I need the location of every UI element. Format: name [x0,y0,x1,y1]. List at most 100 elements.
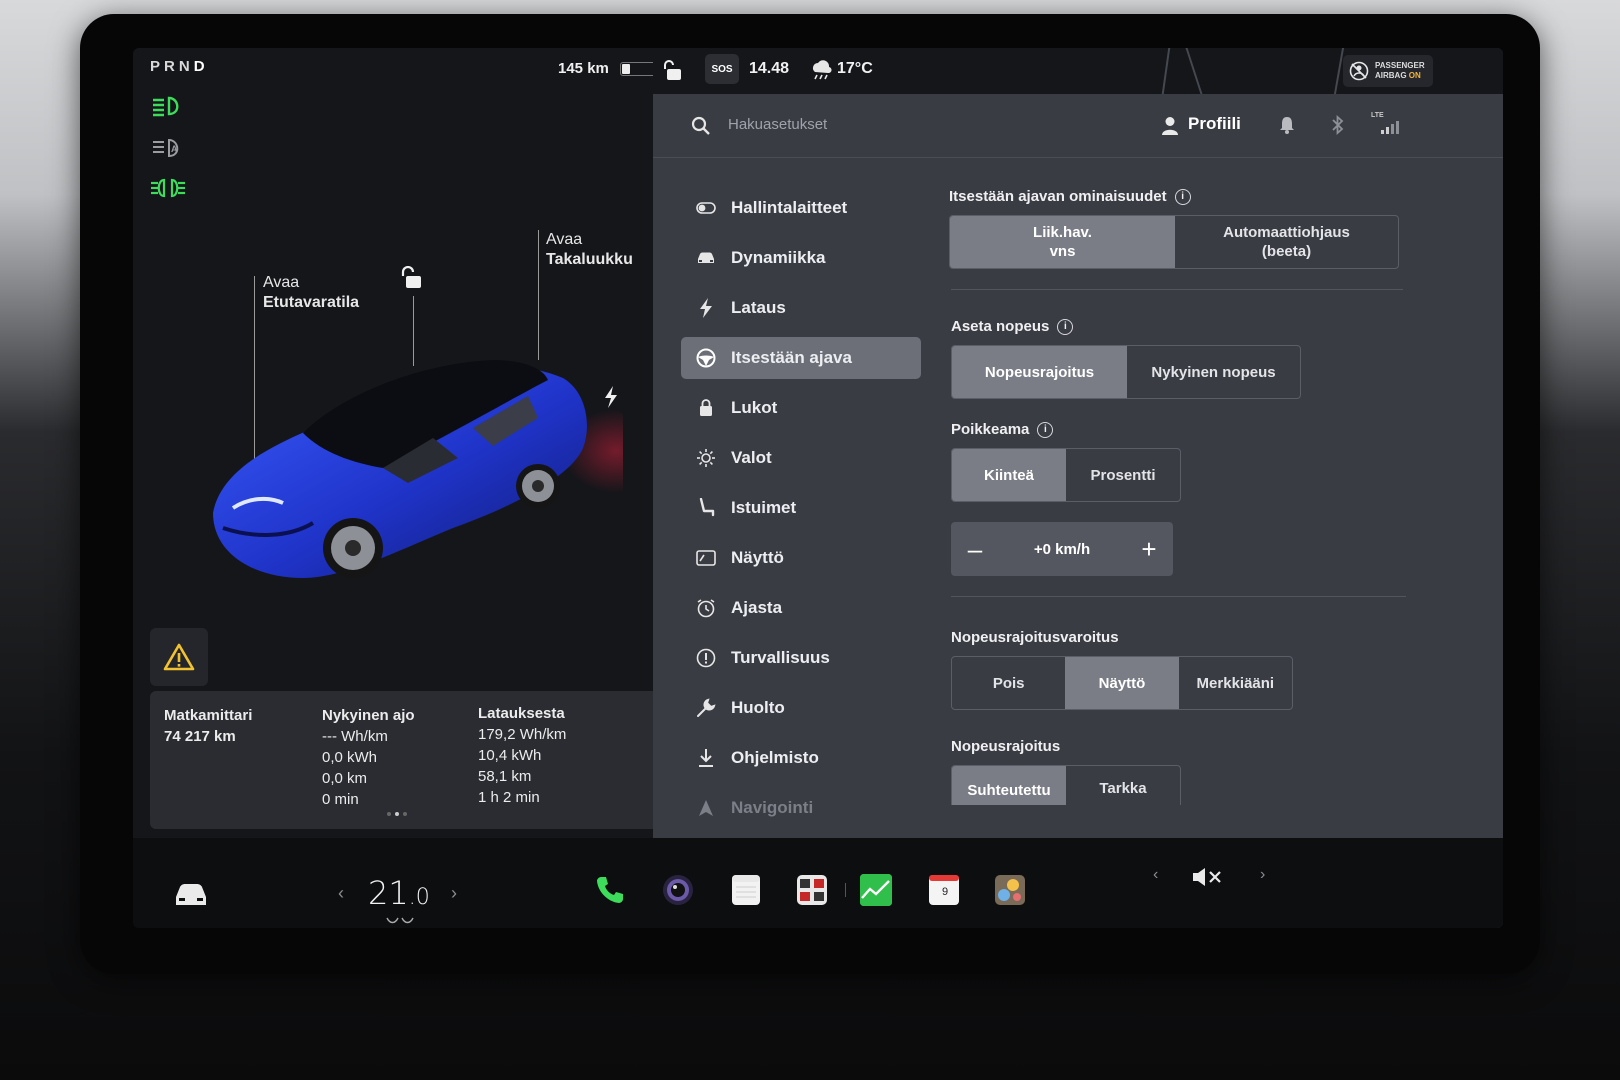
energy-app-icon[interactable] [859,873,893,907]
minus-button[interactable]: – [963,534,987,565]
rear-trunk-callout[interactable]: Avaa Takaluukku [546,230,633,270]
volume-down-chevron[interactable]: ‹ [1153,866,1158,884]
bluetooth-icon[interactable] [1331,114,1345,136]
option-current-speed[interactable]: Nykyinen nopeus [1127,346,1300,398]
menu-item-locks[interactable]: Lukot [681,383,921,433]
battery-icon [620,62,656,76]
car-status-panel: PRND A 145 km Avaa Etutavaratila Avaa Ta… [133,48,673,838]
menu-item-label: Lataus [731,298,786,317]
profile-icon[interactable] [1161,116,1179,136]
card-pager[interactable] [385,803,409,821]
warning-button[interactable] [150,628,208,686]
notes-icon[interactable] [729,873,763,907]
gear-indicator: PRND [150,58,209,75]
menu-item-navigation[interactable]: Navigointi [681,783,921,833]
current-trip-energy: 0,0 kWh [322,749,378,766]
car-controls-icon[interactable] [173,882,209,908]
gear-p: P [150,58,165,75]
dock-separator [845,883,846,897]
menu-item-dynamics[interactable]: Dynamiikka [681,233,921,283]
search-icon[interactable] [691,116,711,136]
option-line1: Liik.hav. [1033,224,1092,241]
menu-item-label: Hallintalaitteet [731,198,848,217]
car-icon [695,247,717,269]
menu-item-seats[interactable]: Istuimet [681,483,921,533]
option-off[interactable]: Pois [952,657,1065,709]
unlock-icon[interactable] [401,266,423,290]
offset-value: +0 km/h [1033,540,1091,558]
lock-icon [695,397,717,419]
since-charge-energy: 10,4 kWh [478,747,542,764]
warning-triangle-icon [163,643,195,671]
front-trunk-callout[interactable]: Avaa Etutavaratila [263,273,359,313]
menu-item-charging[interactable]: Lataus [681,283,921,333]
passenger-airbag-indicator: PASSENGER AIRBAG ON [1343,55,1433,87]
front-trunk-action: Avaa [263,274,300,291]
option-exact[interactable]: Tarkka [1066,766,1180,805]
cabin-temperature[interactable]: 21.0 [368,874,430,912]
option-line2: (beeta) [1261,243,1312,260]
seat-icon [695,497,717,519]
option-autosteer[interactable]: Automaattiohjaus (beeta) [1175,216,1398,268]
menu-item-display[interactable]: Näyttö [681,533,921,583]
volume-up-chevron[interactable]: › [1260,866,1265,884]
section-title-text: Nopeusrajoitus [951,738,1061,755]
menu-item-schedule[interactable]: Ajasta [681,583,921,633]
odometer-column: Matkamittari 74 217 km [164,705,252,747]
option-chime[interactable]: Merkkiääni [1179,657,1292,709]
charge-port-icon[interactable] [603,386,619,408]
phone-icon[interactable] [593,873,627,907]
menu-item-software[interactable]: Ohjelmisto [681,733,921,783]
menu-item-label: Lukot [731,398,778,417]
menu-item-label: Istuimet [731,498,797,517]
camera-icon[interactable] [661,873,695,907]
menu-item-label: Itsestään ajava [731,348,852,367]
car-model-image [213,360,623,578]
section-divider [951,289,1403,290]
menu-item-service[interactable]: Huolto [681,683,921,733]
option-display[interactable]: Näyttö [1065,657,1179,709]
menu-item-controls[interactable]: Hallintalaitteet [681,183,921,233]
search-input[interactable]: Hakuasetukset [728,116,827,133]
current-trip-rate: --- Wh/km [322,728,388,745]
info-icon[interactable]: i [1057,318,1074,335]
navigation-icon [695,797,717,819]
option-traffic-aware-cruise[interactable]: Liik.hav. vns [950,216,1175,268]
set-speed-selector: Nopeusrajoitus Nykyinen nopeus [951,345,1301,399]
airbag-state: ON [1408,71,1421,80]
toybox-icon[interactable] [795,873,829,907]
temp-down-chevron[interactable]: ‹ [338,883,344,904]
option-percent[interactable]: Prosentti [1066,449,1180,501]
plus-button[interactable]: + [1137,534,1161,565]
car-unlocked-icon[interactable] [663,60,683,82]
bell-icon[interactable] [1279,116,1295,134]
menu-item-safety[interactable]: Turvallisuus [681,633,921,683]
airbag-icon [1349,61,1369,81]
lte-label: LTE [1371,112,1384,119]
menu-item-label: Ajasta [731,598,783,617]
menu-item-label: Turvallisuus [731,648,830,667]
offset-stepper: – +0 km/h + [951,522,1173,576]
menu-item-label: Dynamiikka [731,248,826,267]
sos-button[interactable]: SOS [705,54,739,84]
option-relative[interactable]: Suhteutettu [952,766,1066,805]
display-icon [695,547,717,569]
info-icon[interactable]: i [1174,188,1191,205]
option-speed-limit[interactable]: Nopeusrajoitus [952,346,1127,398]
outside-temperature: 17°C [837,60,873,77]
offset-title: Poikkeama i [951,421,1406,438]
menu-item-label: Valot [731,448,772,467]
menu-item-lights[interactable]: Valot [681,433,921,483]
profile-button[interactable]: Profiili [1188,114,1241,134]
info-icon[interactable]: i [1037,421,1054,438]
autopilot-features-title: Itsestään ajavan ominaisuudet i [949,188,1406,205]
volume-muted-icon[interactable] [1191,866,1225,888]
menu-item-autopilot[interactable]: Itsestään ajava [681,337,921,379]
front-trunk-label: Etutavaratila [263,294,360,311]
arcade-icon[interactable] [993,873,1027,907]
seat-heater-icon[interactable] [385,916,415,926]
temp-up-chevron[interactable]: › [451,883,457,904]
calendar-day: 9 [941,886,949,898]
option-fixed[interactable]: Kiinteä [952,449,1066,501]
download-icon [695,747,717,769]
